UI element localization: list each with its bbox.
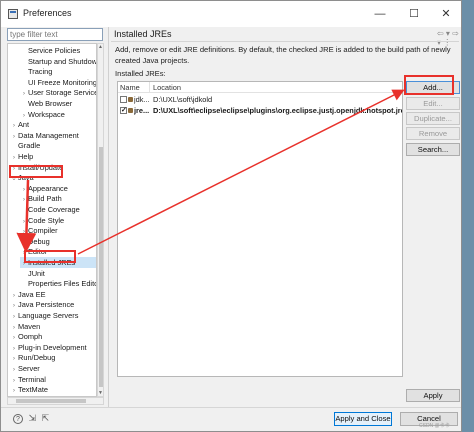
arrow-installed-to-add bbox=[77, 89, 405, 255]
arrow-java-to-installed bbox=[16, 179, 37, 253]
annotation-arrows bbox=[16, 89, 405, 255]
